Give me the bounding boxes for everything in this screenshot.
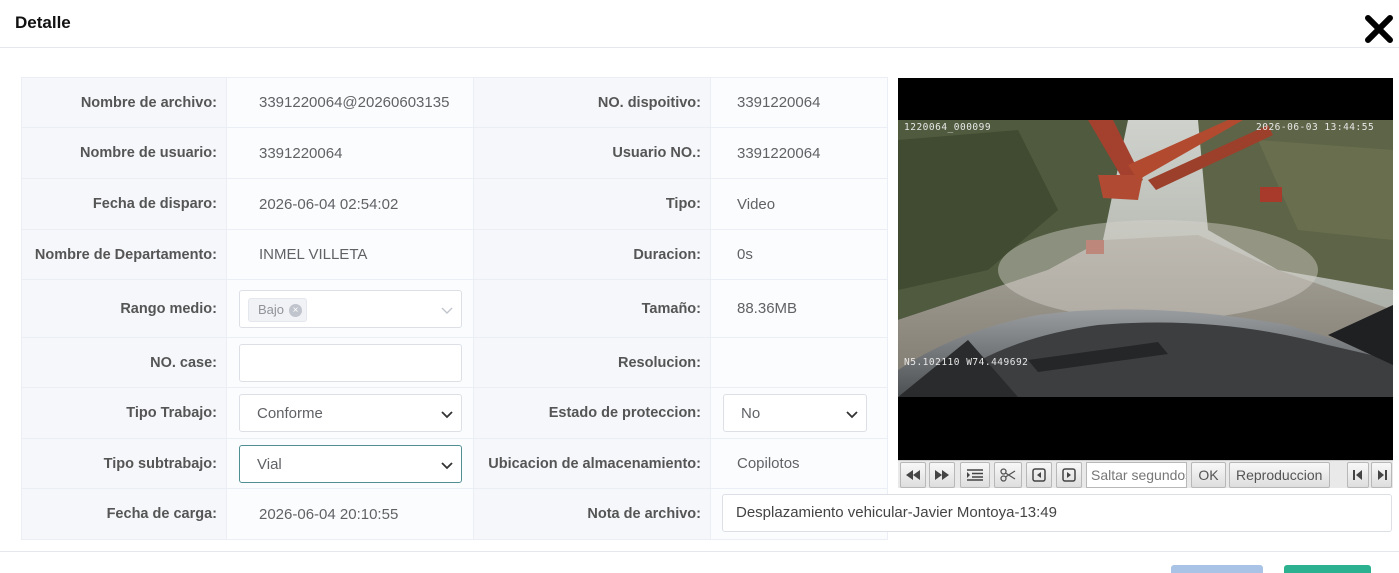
list-icon bbox=[967, 469, 983, 481]
chevron-down-icon bbox=[846, 411, 858, 419]
range-multiselect[interactable]: Bajo × bbox=[239, 289, 462, 328]
device-no-value: 3391220064 bbox=[737, 94, 821, 111]
seek-ok-button[interactable]: OK bbox=[1191, 462, 1226, 488]
step-back-icon bbox=[1032, 468, 1046, 482]
detail-form: Nombre de archivo: 3391220064@2026060313… bbox=[21, 77, 888, 540]
case-no-input[interactable] bbox=[239, 343, 462, 382]
trigger-date-value: 2026-06-04 02:54:02 bbox=[259, 195, 399, 213]
protection-select[interactable]: No bbox=[723, 394, 867, 432]
close-icon[interactable] bbox=[1364, 14, 1394, 44]
dialog-title: Detalle bbox=[15, 13, 71, 32]
range-label: Rango medio: bbox=[21, 279, 227, 338]
clip-button[interactable] bbox=[994, 462, 1022, 488]
user-no-label: Usuario NO.: bbox=[473, 127, 711, 179]
sub-work-select[interactable]: Vial bbox=[239, 444, 462, 483]
chevron-down-icon bbox=[441, 411, 453, 419]
protection-label: Estado de proteccion: bbox=[473, 387, 711, 439]
playlist-button[interactable] bbox=[960, 462, 990, 488]
sub-work-value: Vial bbox=[257, 455, 282, 473]
storage-value: Copilotos bbox=[737, 455, 800, 472]
skip-start-icon bbox=[1353, 470, 1362, 480]
tag-close-icon[interactable]: × bbox=[289, 303, 303, 317]
file-note-input[interactable]: Desplazamiento vehicular-Javier Montoya-… bbox=[722, 494, 1392, 532]
rewind-button[interactable] bbox=[900, 462, 926, 488]
step-forward-icon bbox=[1062, 468, 1076, 482]
resolution-label: Resolucion: bbox=[473, 337, 711, 388]
work-type-select[interactable]: Conforme bbox=[239, 394, 462, 432]
range-tag: Bajo × bbox=[248, 297, 308, 322]
trigger-date-label: Fecha de disparo: bbox=[21, 178, 227, 230]
video-player[interactable]: 1220064_000099 2026-06-03 13:44:55 N5.10… bbox=[898, 78, 1393, 460]
upload-date-label: Fecha de carga: bbox=[21, 488, 227, 540]
fast-forward-icon bbox=[935, 470, 949, 480]
department-value: INMEL VILLETA bbox=[259, 246, 368, 263]
footer-divider bbox=[0, 551, 1399, 552]
protection-value: No bbox=[741, 405, 761, 422]
seek-seconds-input[interactable]: Saltar segundos bbox=[1086, 462, 1187, 488]
chevron-down-icon bbox=[441, 461, 453, 469]
next-frame-button[interactable] bbox=[1056, 462, 1082, 488]
range-tag-label: Bajo bbox=[258, 301, 285, 317]
file-name-label: Nombre de archivo: bbox=[21, 77, 227, 128]
player-controls: Saltar segundos OK Reproduccion bbox=[898, 460, 1393, 488]
work-type-label: Tipo Trabajo: bbox=[21, 387, 227, 439]
prev-frame-button[interactable] bbox=[1026, 462, 1052, 488]
upload-date-value: 2026-06-04 20:10:55 bbox=[259, 505, 399, 523]
duration-value: 0s bbox=[737, 246, 753, 263]
modal-header: Detalle bbox=[0, 0, 1399, 48]
osd-gps: N5.102110 W74.449692 bbox=[904, 357, 1029, 368]
dashcam-scene bbox=[898, 120, 1393, 397]
fast-forward-button[interactable] bbox=[929, 462, 955, 488]
device-no-label: NO. dispoitivo: bbox=[473, 77, 711, 128]
user-name-value: 3391220064 bbox=[259, 144, 343, 162]
osd-device-id: 1220064_000099 bbox=[904, 122, 992, 133]
skip-start-button[interactable] bbox=[1347, 462, 1369, 488]
type-label: Tipo: bbox=[473, 178, 711, 230]
department-label: Nombre de Departamento: bbox=[21, 229, 227, 280]
type-value: Video bbox=[737, 195, 776, 213]
file-name-value: 3391220064@20260603135 bbox=[259, 94, 450, 111]
skip-end-button[interactable] bbox=[1371, 462, 1392, 488]
cancel-button[interactable] bbox=[1171, 565, 1263, 573]
size-label: Tamaño: bbox=[473, 279, 711, 338]
playback-button[interactable]: Reproduccion bbox=[1229, 462, 1330, 488]
duration-label: Duracion: bbox=[473, 229, 711, 280]
sub-work-label: Tipo subtrabajo: bbox=[21, 438, 227, 489]
video-frame: 1220064_000099 2026-06-03 13:44:55 N5.10… bbox=[898, 120, 1393, 397]
user-no-value: 3391220064 bbox=[737, 144, 821, 162]
osd-timestamp: 2026-06-03 13:44:55 bbox=[1256, 122, 1375, 133]
size-value: 88.36MB bbox=[737, 300, 798, 317]
user-name-label: Nombre de usuario: bbox=[21, 127, 227, 179]
confirm-button[interactable] bbox=[1284, 565, 1371, 573]
chevron-down-icon bbox=[441, 307, 453, 314]
scissors-icon bbox=[1000, 468, 1016, 482]
work-type-value: Conforme bbox=[257, 405, 323, 422]
rewind-icon bbox=[906, 470, 920, 480]
storage-label: Ubicacion de almacenamiento: bbox=[473, 438, 711, 489]
skip-end-icon bbox=[1377, 470, 1387, 480]
case-no-label: NO. case: bbox=[21, 337, 227, 388]
file-note-label: Nota de archivo: bbox=[473, 488, 711, 540]
